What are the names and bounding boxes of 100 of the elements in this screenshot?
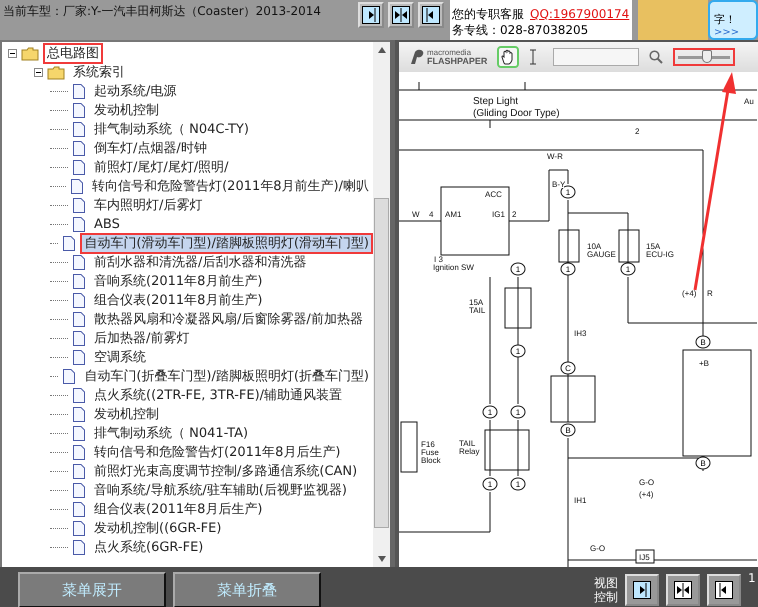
scrollbar-thumb[interactable]	[374, 198, 389, 528]
page-number: 1	[748, 571, 757, 585]
collapse-toggle[interactable]	[34, 68, 43, 77]
diagram-label: TAIL	[459, 439, 476, 448]
view-button[interactable]	[707, 574, 741, 606]
document-icon	[70, 179, 84, 194]
view-button[interactable]	[388, 2, 414, 28]
slider-thumb[interactable]	[702, 50, 712, 62]
tree-item[interactable]: 车内照明灯/后雾灯	[90, 195, 206, 216]
tree-item[interactable]: 点火系统((2TR-FE, 3TR-FE)/辅助通风装置	[90, 385, 346, 406]
diagram-label: IJ5	[639, 553, 650, 562]
hand-icon	[501, 49, 516, 65]
view-button[interactable]	[358, 2, 384, 28]
logo-text: FLASHPAPER	[427, 57, 488, 66]
document-icon	[62, 236, 76, 251]
document-icon	[72, 521, 86, 536]
diagram-label: W	[412, 210, 420, 219]
diagram-label: Fuse	[421, 448, 439, 457]
tree-item[interactable]: 组合仪表(2011年8月前生产)	[90, 290, 266, 311]
document-icon	[72, 540, 86, 555]
diagram-label: W-R	[547, 152, 563, 161]
diagram-label: +B	[699, 359, 710, 368]
document-icon	[72, 198, 86, 213]
connector: B	[560, 424, 576, 436]
tree-item[interactable]: 点火系统(6GR-FE)	[90, 537, 208, 558]
diagram-label: (+4)	[639, 490, 654, 499]
tree-item[interactable]: 排气制动系统（ N04C-TY)	[90, 119, 253, 140]
diagram-label: 4	[429, 210, 434, 219]
collapse-toggle[interactable]	[8, 49, 17, 58]
view-button[interactable]	[625, 574, 659, 606]
tree-item[interactable]: 音响系统/导航系统/驻车辅助(后视野监视器)	[90, 480, 351, 501]
diagram-label: Au	[744, 97, 754, 106]
tree-item[interactable]: 转向信号和危险警告灯(2011年8月前生产)/喇叭	[88, 176, 373, 197]
diagram-label: IG1	[492, 210, 505, 219]
tree-item[interactable]: 音响系统(2011年8月前生产)	[90, 271, 266, 292]
scroll-up-icon[interactable]	[378, 47, 386, 53]
document-icon	[72, 293, 86, 308]
connector: 1	[560, 262, 576, 276]
view-button[interactable]	[666, 574, 700, 606]
document-icon	[72, 445, 86, 460]
search-icon[interactable]	[649, 50, 664, 64]
tree-item[interactable]: 自动车门(折叠车门型)/踏脚板照明灯(折叠车门型)	[80, 366, 373, 387]
diagram-label: F16	[421, 440, 435, 449]
connector: B	[696, 336, 710, 348]
text-cursor-icon[interactable]	[529, 49, 538, 65]
tree-item[interactable]: 散热器风扇和冷凝器风扇/后窗除雾器/前加热器	[90, 309, 367, 330]
document-icon	[72, 84, 86, 99]
hand-tool-button[interactable]	[497, 46, 520, 68]
diagram-label: I 3	[434, 255, 443, 264]
tree-item[interactable]: 发动机控制((6GR-FE)	[90, 518, 226, 539]
search-field[interactable]	[553, 48, 640, 66]
document-icon	[72, 274, 86, 289]
document-icon	[72, 160, 86, 175]
tree-item[interactable]: 自动车门(滑动车门型)/踏脚板照明灯(滑动车门型)	[80, 233, 373, 254]
document-icon	[72, 122, 86, 137]
document-icon	[72, 103, 86, 118]
tree-item[interactable]: 排气制动系统（ N041-TA)	[90, 423, 252, 444]
document-icon	[72, 217, 86, 232]
tree-item[interactable]: 转向信号和危险警告灯(2011年8月后生产)	[90, 442, 344, 463]
tree-item[interactable]: ABS	[90, 214, 124, 235]
scroll-down-icon[interactable]	[378, 556, 386, 562]
tree-item[interactable]: 起动系统/电源	[90, 81, 180, 102]
zoom-slider[interactable]	[673, 48, 736, 66]
folder-icon	[21, 46, 39, 60]
tree-item[interactable]: 空调系统	[90, 347, 150, 368]
logo-icon	[409, 49, 425, 65]
diagram-label: ECU-IG	[646, 250, 674, 259]
view-button[interactable]	[418, 2, 444, 28]
mascot-image	[638, 0, 708, 40]
view-control-label: 视图 控制	[594, 576, 618, 604]
tree-item[interactable]: 倒车灯/点烟器/时钟	[90, 138, 211, 159]
tree-item[interactable]: 组合仪表(2011年8月后生产)	[90, 499, 266, 520]
vehicle-title: 当前车型：厂家:Y-一汽丰田柯斯达（Coaster）2013-2014	[2, 3, 322, 20]
diagram-label: AM1	[445, 210, 462, 219]
tree-item[interactable]: 总电路图	[43, 43, 103, 64]
diagram-label: R	[707, 289, 713, 298]
logo-text: macromedia	[427, 48, 472, 57]
diagram-label: 2	[512, 210, 516, 219]
dock-right-icon	[633, 581, 651, 599]
tree-item[interactable]: 前照灯/尾灯/尾灯/照明/	[90, 157, 233, 178]
document-icon	[72, 426, 86, 441]
tree-item[interactable]: 系统索引	[69, 62, 129, 83]
tree-item[interactable]: 发动机控制	[90, 100, 163, 121]
hotline-text: 务专线：028-87038205	[452, 22, 588, 38]
diagram-label: 2	[635, 127, 640, 136]
tree-item[interactable]: 发动机控制	[90, 404, 163, 425]
document-icon	[62, 369, 76, 384]
diagram-label: 15A	[646, 242, 660, 251]
tree-item[interactable]: 前刮水器和清洗器/后刮水器和清洗器	[90, 252, 310, 273]
scrollbar[interactable]	[373, 42, 390, 567]
tree-item[interactable]: 后加热器/前雾灯	[90, 328, 194, 349]
diagram-label: (Gliding Door Type)	[473, 108, 560, 119]
dock-right-icon	[362, 6, 380, 24]
more-link[interactable]: >>>	[714, 27, 756, 38]
diagram-label: GAUGE	[587, 250, 616, 259]
qq-link[interactable]: QQ:1967900174	[530, 6, 630, 22]
folder-icon	[47, 66, 65, 80]
connector: 1	[510, 344, 526, 358]
diagram-label: Block	[421, 456, 441, 465]
tree-item[interactable]: 前照灯光束高度调节控制/多路通信系统(CAN)	[90, 461, 362, 482]
